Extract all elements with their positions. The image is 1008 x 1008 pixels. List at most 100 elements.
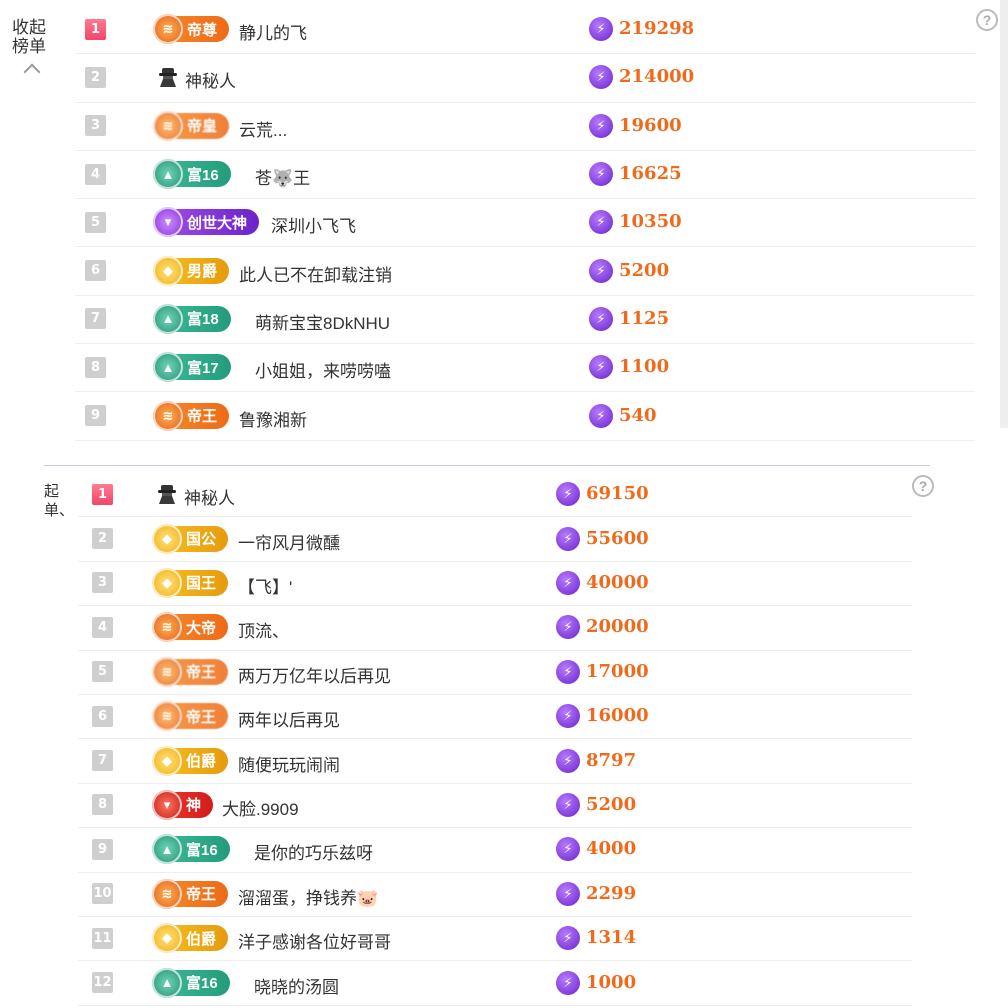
ranking-row[interactable]: 6 ≋ 帝王 两年以后再见 ⚡ 16000 [78,694,912,740]
ranking-row[interactable]: 2 神秘人 ⚡ 214000 [75,53,975,103]
ranking-row[interactable]: 3 ≋ 帝皇 云荒... ⚡ 19600 [75,102,975,151]
rank-number: 3 [85,115,106,137]
badge-label: 大帝 [186,619,217,637]
rank-number: 8 [85,356,106,378]
collapse-ranking-toggle[interactable]: 收起榜单 [12,18,52,81]
ranking-row[interactable]: 6 ◆ 男爵 此人已不在卸载注销 ⚡ 5200 [75,247,975,296]
badge-label: 伯爵 [186,753,217,771]
panel-divider [44,465,930,466]
user-name[interactable]: 一帘风月微醺 [238,529,340,554]
ranking-row[interactable]: 7 ◆ 伯爵 随便玩玩闹闹 ⚡ 8797 [78,738,912,784]
badge-label: 神 [186,797,202,815]
rank-number: 8 [92,794,113,816]
ranking-row[interactable]: 8 ▲ 富17 小姐姐，来唠唠嗑 ⚡ 1100 [75,343,975,393]
ranking-row[interactable]: 7 ▲ 富18 萌新宝宝8DkNHU ⚡ 1125 [75,295,975,345]
rank-number: 2 [85,66,106,88]
rank-number: 6 [85,260,106,282]
contribution-score: 19600 [619,114,682,136]
user-name[interactable]: 随便玩玩闹闹 [238,751,340,776]
user-name[interactable]: 两万万亿年以后再见 [238,662,391,687]
ranking-row[interactable]: 10 ≋ 帝王 溜溜蛋，挣钱养🐷 ⚡ 2299 [78,872,912,917]
rank-number: 5 [92,661,113,683]
lightning-gift-icon: ⚡ [556,837,580,862]
contribution-score: 20000 [586,616,649,638]
user-name[interactable]: 此人已不在卸载注销 [239,261,392,286]
collapse-label: 收起榜单 [12,18,46,56]
ranking-row[interactable]: 12 ▲ 富16 晓晓的汤圆 ⚡ 1000 [78,960,912,1006]
level-badge: ≋ 帝王 [152,701,229,732]
badge-emblem-icon: ≋ [153,110,183,141]
ranking-row[interactable]: 2 ◆ 国公 一帘风月微醺 ⚡ 55600 [78,516,912,562]
ranking-row[interactable]: 9 ≋ 帝王 鲁豫湘新 ⚡ 540 [75,391,975,441]
chevron-up-icon [23,63,41,81]
contribution-score: 2299 [586,882,637,904]
rank-number: 11 [92,927,113,949]
user-name[interactable]: 顶流、 [238,617,289,642]
user-name[interactable]: 萌新宝宝8DkNHU [255,309,390,334]
ranking-row[interactable]: 9 ▲ 富16 是你的巧乐兹呀 ⚡ 4000 [78,827,912,873]
user-name[interactable]: 静儿的飞 [239,19,307,44]
user-name[interactable]: 苍🐺王 [255,164,310,189]
collapse-ranking-toggle-2[interactable]: 起单、 [44,482,74,520]
user-name[interactable]: 洋子感谢各位好哥哥 [238,928,391,953]
user-name[interactable]: 深圳小飞飞 [271,212,356,237]
level-badge: ◆ 伯爵 [152,923,229,954]
badge-label: 男爵 [187,263,218,281]
rank-number: 6 [92,705,113,727]
user-name[interactable]: 云荒... [239,116,287,141]
contribution-score: 16000 [586,705,649,727]
ranking-row[interactable]: 4 ▲ 富16 苍🐺王 ⚡ 16625 [75,150,975,200]
scrollbar[interactable] [1000,0,1008,428]
user-name[interactable]: 神秘人 [184,484,235,509]
lightning-gift-icon: ⚡ [556,526,580,551]
user-name[interactable]: 晓晓的汤圆 [254,973,339,998]
badge-label: 帝王 [187,408,218,426]
badge-emblem-icon: ▲ [153,303,183,334]
rank-number: 1 [85,18,106,40]
user-name[interactable]: 两年以后再见 [238,706,340,731]
help-icon[interactable]: ? [976,9,998,31]
badge-emblem-icon: ▲ [153,159,183,190]
contribution-score: 8797 [586,749,637,771]
ranking-row[interactable]: 4 ≋ 大帝 顶流、 ⚡ 20000 [78,605,912,651]
lightning-gift-icon: ⚡ [589,113,613,138]
contribution-score: 40000 [586,571,649,593]
ranking-row[interactable]: 11 ◆ 伯爵 洋子感谢各位好哥哥 ⚡ 1314 [78,916,912,962]
user-name[interactable]: 【飞】' [238,573,292,598]
badge-label: 帝王 [186,886,217,904]
lightning-gift-icon: ⚡ [556,615,580,640]
ranking-row[interactable]: 3 ◆ 国王 【飞】' ⚡ 40000 [78,561,912,607]
user-name[interactable]: 小姐姐，来唠唠嗑 [255,357,391,382]
badge-label: 国王 [186,575,217,593]
ranking-row[interactable]: 1 神秘人 ⚡ 69150 [78,472,912,518]
badge-label: 富16 [186,841,218,859]
level-badge: ◆ 男爵 [153,255,230,286]
level-badge: ◆ 伯爵 [152,745,229,776]
help-icon-2[interactable]: ? [912,475,934,497]
lightning-gift-icon: ⚡ [589,258,613,283]
lightning-gift-icon: ⚡ [556,704,580,729]
level-badge: ▲ 富17 [153,352,231,383]
lightning-gift-icon: ⚡ [556,926,580,951]
ranking-row[interactable]: 1 ≋ 帝尊 静儿的飞 ⚡ 219298 [75,5,975,55]
user-name[interactable]: 溜溜蛋，挣钱养🐷 [238,884,378,909]
badge-label: 帝王 [186,664,217,682]
user-name[interactable]: 大脸.9909 [222,795,299,820]
user-name[interactable]: 是你的巧乐兹呀 [254,839,373,864]
ranking-row[interactable]: 5 ≋ 帝王 两万万亿年以后再见 ⚡ 17000 [78,650,912,695]
user-name[interactable]: 神秘人 [185,67,236,92]
level-badge: ◆ 国王 [152,567,229,598]
ranking-row[interactable]: 5 ▾ 创世大神 深圳小飞飞 ⚡ 10350 [75,198,975,248]
level-badge: ≋ 帝王 [152,878,229,909]
lightning-gift-icon: ⚡ [589,306,613,331]
level-badge: ◆ 国公 [152,523,229,554]
badge-emblem-icon: ▲ [153,352,183,383]
badge-emblem-icon: ≋ [153,400,183,431]
contribution-score: 1314 [586,927,637,949]
contribution-score: 214000 [619,66,695,88]
user-name[interactable]: 鲁豫湘新 [239,406,307,431]
contribution-score: 1125 [619,307,670,329]
top-ranking-panel: 收起榜单 ? 1 ≋ 帝尊 静儿的飞 ⚡ 219298 2 神秘人 ⚡ 214000 3 ≋ 帝皇 云荒.… [0,0,1008,441]
ranking-row[interactable]: 8 ▾ 神大脸.9909 ⚡ 5200 [78,783,912,829]
badge-emblem-icon: ◆ [152,523,182,554]
